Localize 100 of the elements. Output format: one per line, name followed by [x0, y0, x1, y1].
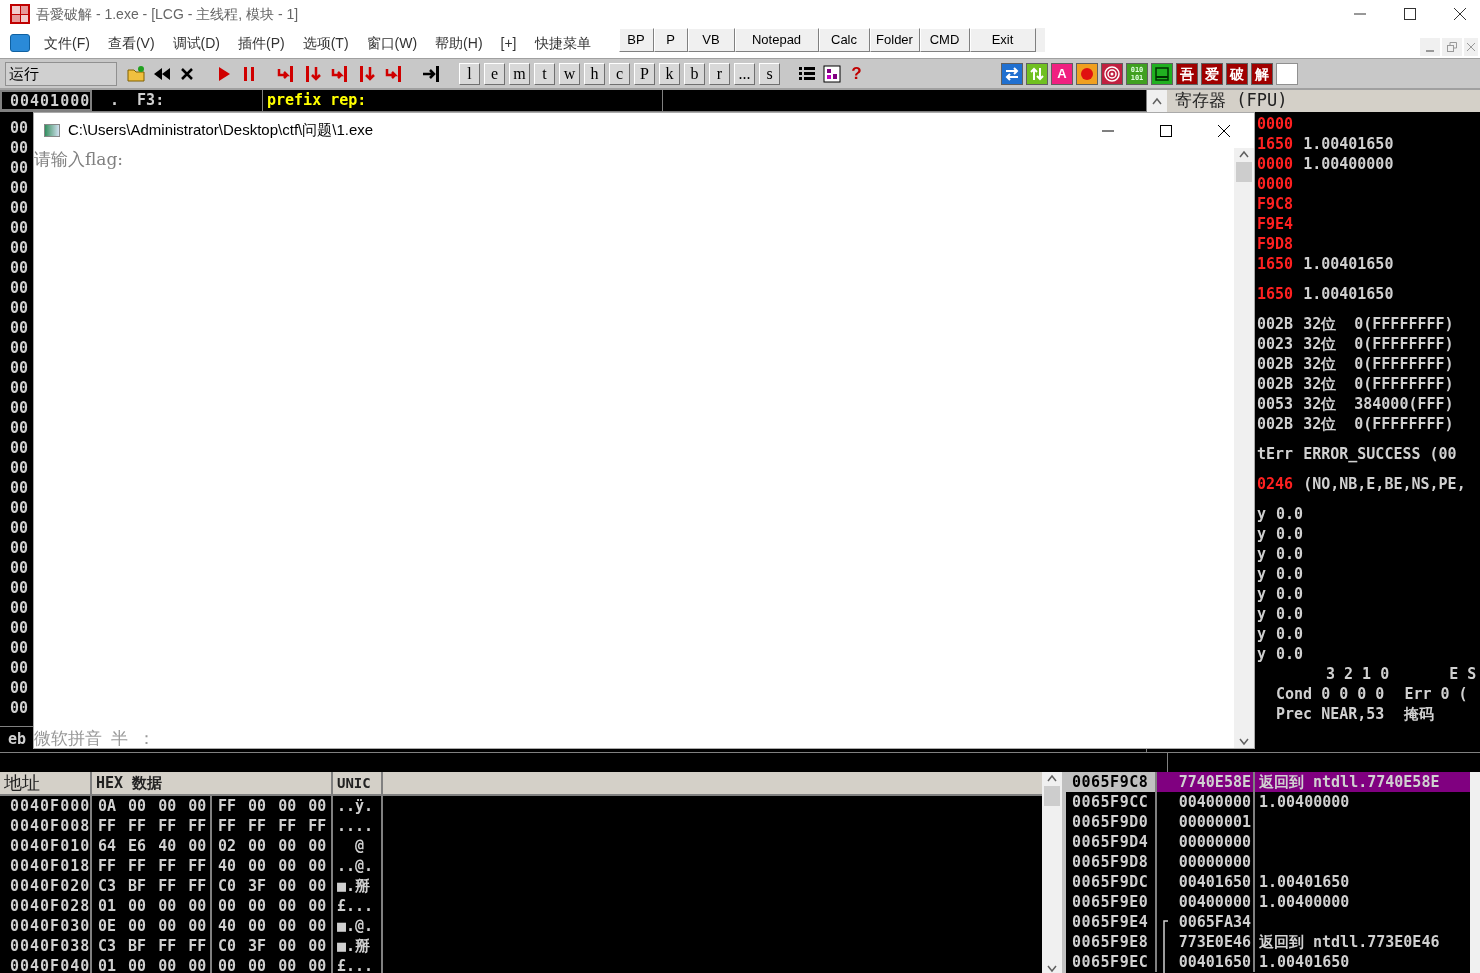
value-cell-text: 00000000	[1178, 852, 1252, 872]
scroll-down-icon[interactable]	[1239, 738, 1249, 746]
window-letter-button[interactable]: b	[684, 62, 705, 85]
column-header[interactable]: HEX 数据	[92, 772, 333, 794]
fpu-text: Err 0 (	[1404, 684, 1468, 704]
console-title: C:\Users\Administrator\Desktop\ctf\问题\1.exe	[68, 120, 374, 141]
scroll-up-icon[interactable]	[1047, 774, 1057, 782]
goto-icon[interactable]	[420, 63, 441, 84]
window-letter-button[interactable]: h	[584, 62, 605, 85]
address-cell[interactable]: 0065F9CC	[1066, 792, 1157, 812]
char-icon[interactable]: 破	[1226, 62, 1248, 85]
window-letter-button[interactable]: r	[709, 62, 730, 85]
child-close-icon[interactable]	[1464, 38, 1478, 56]
hex-byte: 00	[278, 936, 297, 956]
address-cell[interactable]: 0065F9C8	[1066, 772, 1157, 792]
window-letter-button[interactable]: P	[634, 62, 655, 85]
quick-button[interactable]: BP	[618, 28, 654, 52]
hex-byte: 00	[128, 916, 147, 936]
menu-item[interactable]: [+]	[492, 32, 525, 54]
window-letter-button[interactable]: m	[509, 62, 530, 85]
scroll-up-icon[interactable]	[1239, 150, 1249, 158]
hex-byte: 00	[248, 896, 267, 916]
quick-button[interactable]: P	[653, 28, 688, 52]
grid-icon[interactable]	[821, 63, 842, 84]
column-header[interactable]: UNIC	[333, 772, 383, 794]
scrollbar[interactable]	[1234, 148, 1254, 748]
fpu-text: 3 2 1 0	[1326, 664, 1390, 684]
arrows-icon[interactable]	[1026, 62, 1048, 85]
address-cell[interactable]: 0065F9D4	[1066, 832, 1157, 852]
comment-cell: 返回到 ntdll.773E0E46	[1259, 933, 1440, 951]
menu-item[interactable]: 调试(D)	[164, 32, 228, 54]
menu-item[interactable]: 查看(V)	[99, 32, 163, 54]
menu-item[interactable]: 窗口(W)	[358, 32, 426, 54]
column-header[interactable]: 地址	[0, 772, 92, 794]
hex-byte: 00	[158, 916, 177, 936]
scrollbar[interactable]	[1470, 772, 1480, 973]
scrollbar[interactable]	[1042, 772, 1062, 973]
quick-button[interactable]: Notepad	[734, 28, 819, 52]
address-cell[interactable]: 0065F9DC	[1066, 872, 1157, 892]
hex-byte: FF	[98, 816, 117, 836]
unicode-cell: £...	[333, 896, 383, 916]
window-letter-button[interactable]: w	[559, 62, 580, 85]
child-minimize-icon[interactable]	[1420, 38, 1440, 56]
value-cell-text: 7740E58E	[1178, 772, 1252, 792]
address-cell[interactable]: 0065F9D0	[1066, 812, 1157, 832]
address-cell[interactable]: 0065F9E4	[1066, 912, 1157, 932]
close-icon[interactable]	[1454, 8, 1466, 20]
register-value: 0000	[1257, 154, 1294, 174]
close-icon[interactable]	[1218, 124, 1230, 137]
register-value: F9D8	[1257, 234, 1294, 254]
register-note: 32位 0(FFFFFFFF)	[1303, 414, 1454, 434]
char-icon[interactable]: 吾	[1176, 62, 1198, 85]
char-icon[interactable]: 解	[1251, 62, 1273, 85]
maximize-icon[interactable]	[1160, 124, 1172, 137]
child-restore-icon[interactable]	[1442, 38, 1462, 56]
quick-button[interactable]: Folder	[869, 28, 920, 52]
scroll-thumb[interactable]	[1044, 786, 1060, 806]
window-letter-button[interactable]: c	[609, 62, 630, 85]
address-cell[interactable]: 0065F9E0	[1066, 892, 1157, 912]
menu-item[interactable]: 帮助(H)	[427, 32, 491, 54]
window-letter-button[interactable]: k	[659, 62, 680, 85]
address-cell: 00401000	[0, 90, 92, 111]
window-icon[interactable]	[1151, 62, 1173, 85]
menu-item[interactable]: 快捷菜单	[526, 32, 599, 54]
quick-button[interactable]: CMD	[919, 28, 970, 52]
letter-icon[interactable]: A	[1051, 62, 1073, 85]
step-icon[interactable]	[275, 63, 296, 84]
app-logo-icon	[10, 4, 30, 24]
scroll-up-icon[interactable]	[1147, 90, 1167, 112]
record-icon[interactable]	[1076, 62, 1098, 85]
quick-button[interactable]: Calc	[818, 28, 870, 52]
quick-button[interactable]: VB	[687, 28, 735, 52]
menu-item[interactable]: 选项(T)	[294, 32, 357, 54]
blank-icon[interactable]	[1276, 62, 1298, 85]
address-cell[interactable]: 0065F9D8	[1066, 852, 1157, 872]
window-letter-button[interactable]: s	[759, 62, 780, 85]
window-letter-button[interactable]: e	[484, 62, 505, 85]
step-icon[interactable]	[383, 63, 404, 84]
window-letter-button[interactable]: ...	[734, 62, 755, 85]
address-cell[interactable]: 0065F9EC	[1066, 952, 1157, 972]
scroll-down-icon[interactable]	[1047, 965, 1057, 973]
address-text: 00	[10, 198, 29, 218]
address-text: 00	[10, 298, 29, 318]
address-cell: 0040F028	[0, 896, 92, 916]
window-letter-button[interactable]: l	[459, 62, 480, 85]
menu-item[interactable]: 插件(P)	[230, 32, 293, 54]
step-icon[interactable]	[329, 63, 350, 84]
address-cell: 0040F010	[0, 836, 92, 856]
menu-item[interactable]: 文件(F)	[36, 32, 98, 54]
char-icon[interactable]: 爱	[1201, 62, 1223, 85]
maximize-icon[interactable]	[1404, 8, 1416, 20]
swap-arrows-icon[interactable]	[1001, 62, 1023, 85]
target-icon[interactable]	[1101, 62, 1123, 85]
quick-button[interactable]: Exit	[969, 28, 1036, 52]
address-cell: 0040F038	[0, 936, 92, 956]
scroll-thumb[interactable]	[1236, 162, 1252, 182]
help-button[interactable]: ?	[846, 63, 867, 84]
address-cell[interactable]: 0065F9E8	[1066, 932, 1157, 952]
address-text: 00	[10, 518, 29, 538]
window-letter-button[interactable]: t	[534, 62, 555, 85]
